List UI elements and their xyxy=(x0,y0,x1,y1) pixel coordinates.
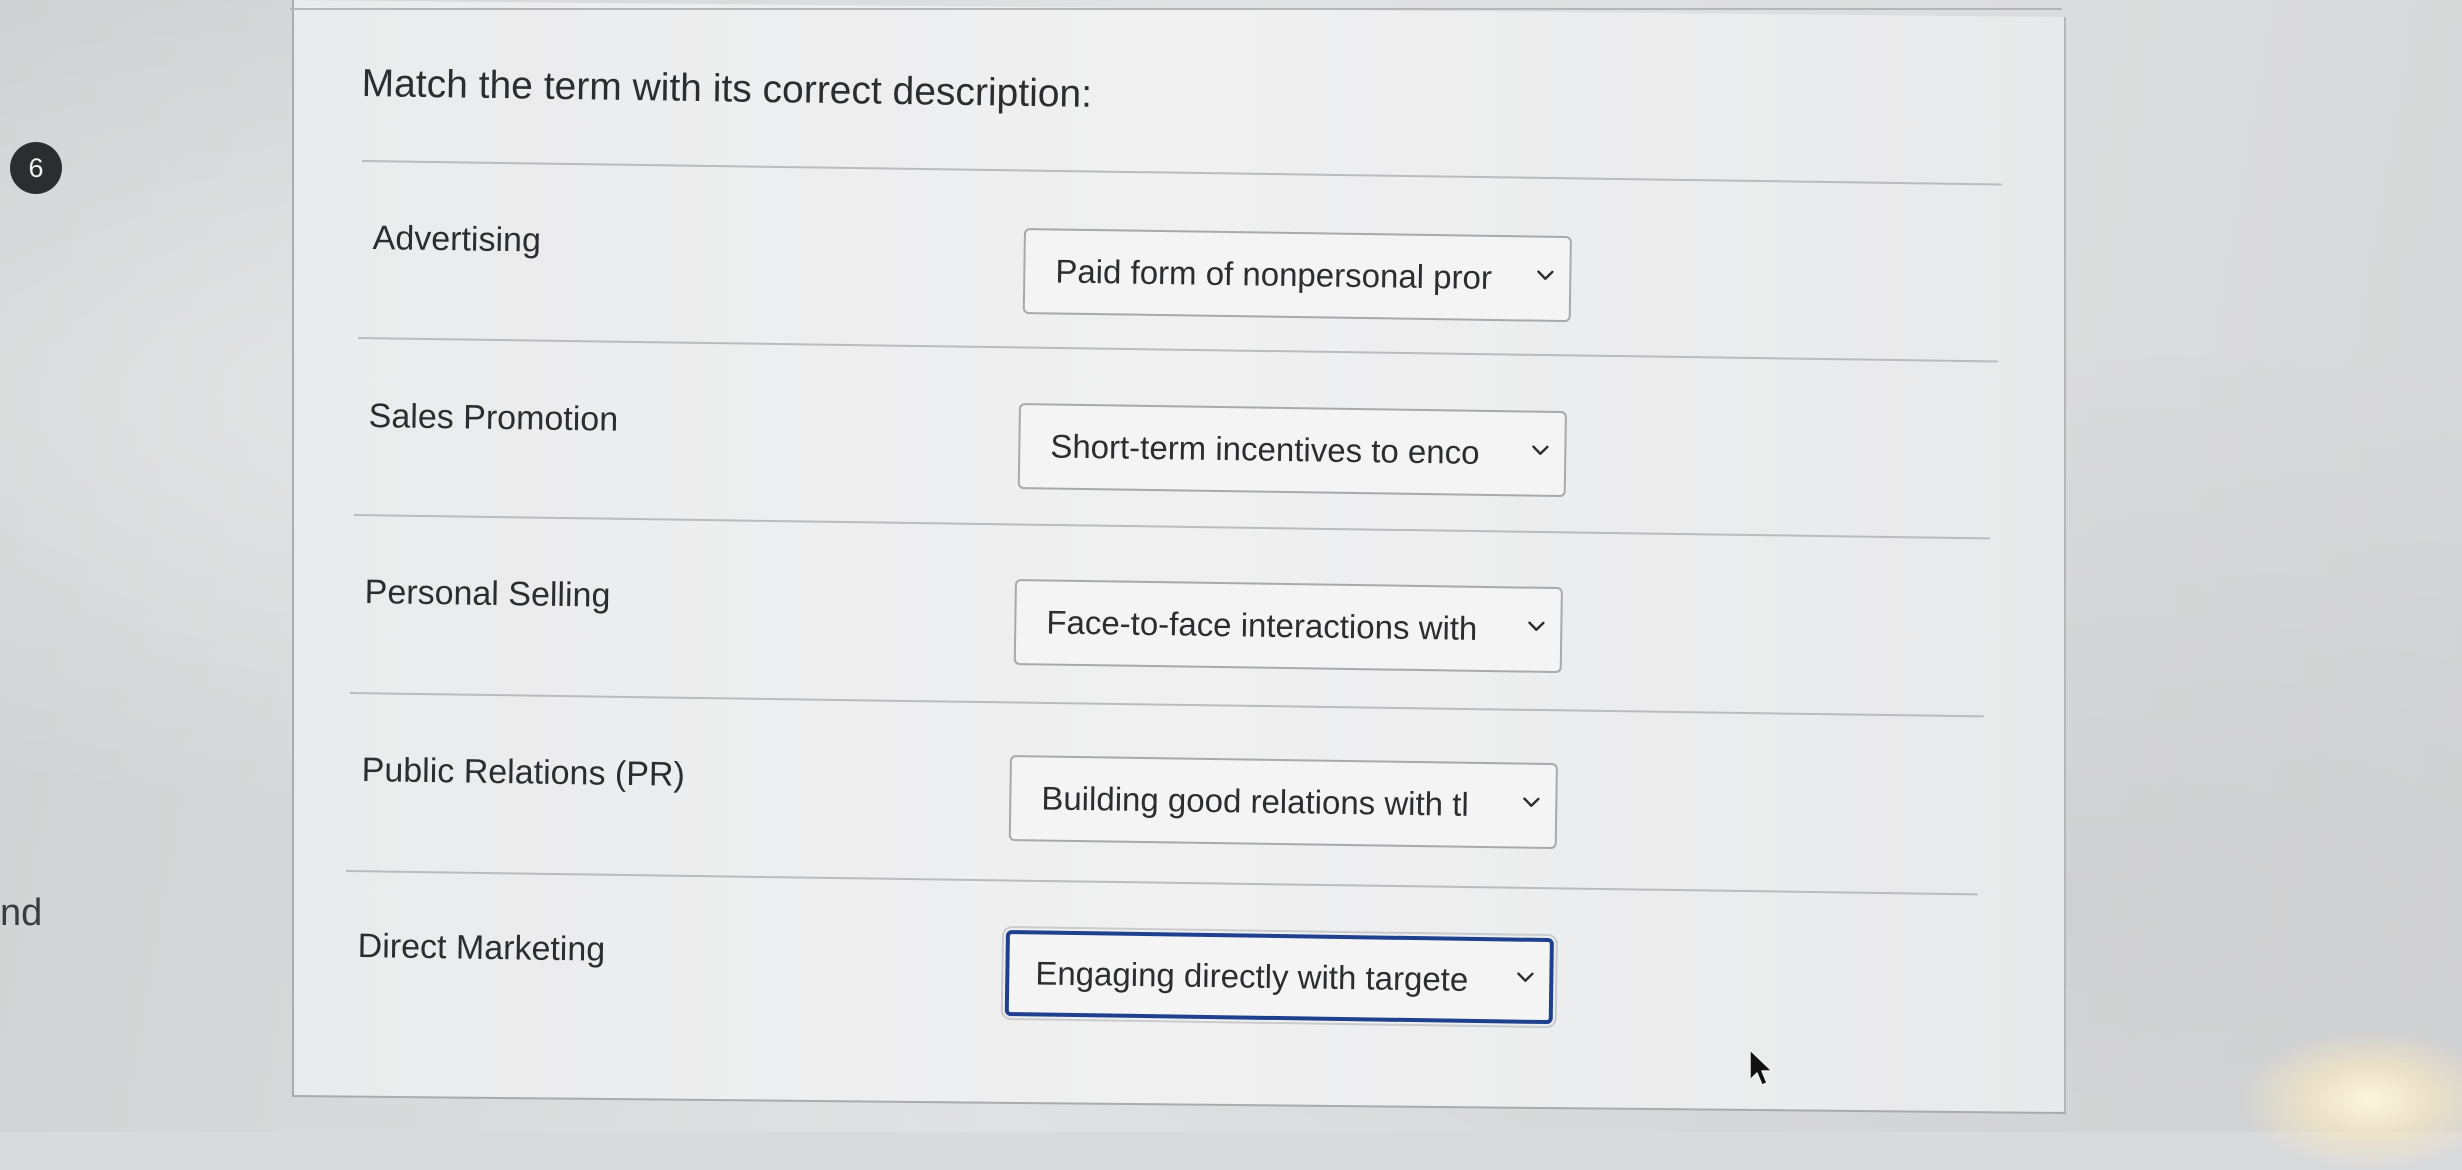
mouse-pointer-icon xyxy=(1748,1048,1774,1088)
term-advertising: Advertising xyxy=(372,219,542,260)
previous-question-text-fragment: nd xyxy=(0,892,43,934)
match-dropdown-personal-selling[interactable]: Face-to-face interactions with xyxy=(1013,579,1563,674)
match-dropdown-public-relations[interactable]: Building good relations with tl xyxy=(1008,755,1558,850)
dropdown-selected-value: Face-to-face interactions with xyxy=(1046,603,1478,647)
chevron-down-icon xyxy=(1524,615,1548,639)
dropdown-selected-value: Paid form of nonpersonal pror xyxy=(1055,252,1493,296)
dropdown-selected-value: Building good relations with tl xyxy=(1041,779,1470,823)
chevron-down-icon xyxy=(1519,791,1543,815)
chevron-down-icon xyxy=(1533,264,1557,288)
term-personal-selling: Personal Selling xyxy=(364,573,611,615)
dropdown-selected-value: Engaging directly with targete xyxy=(1035,954,1469,998)
term-sales-promotion: Sales Promotion xyxy=(368,397,619,439)
match-dropdown-sales-promotion[interactable]: Short-term incentives to enco xyxy=(1017,403,1567,498)
question-number-badge: 6 xyxy=(10,142,62,194)
term-public-relations: Public Relations (PR) xyxy=(361,751,686,794)
chevron-down-icon xyxy=(1513,966,1537,990)
dropdown-selected-value: Short-term incentives to enco xyxy=(1050,427,1480,471)
chevron-down-icon xyxy=(1528,439,1552,463)
term-direct-marketing: Direct Marketing xyxy=(357,927,606,969)
match-dropdown-advertising[interactable]: Paid form of nonpersonal pror xyxy=(1022,228,1572,323)
match-dropdown-direct-marketing[interactable]: Engaging directly with targete xyxy=(1000,925,1558,1029)
panel-top-border xyxy=(290,8,2062,10)
